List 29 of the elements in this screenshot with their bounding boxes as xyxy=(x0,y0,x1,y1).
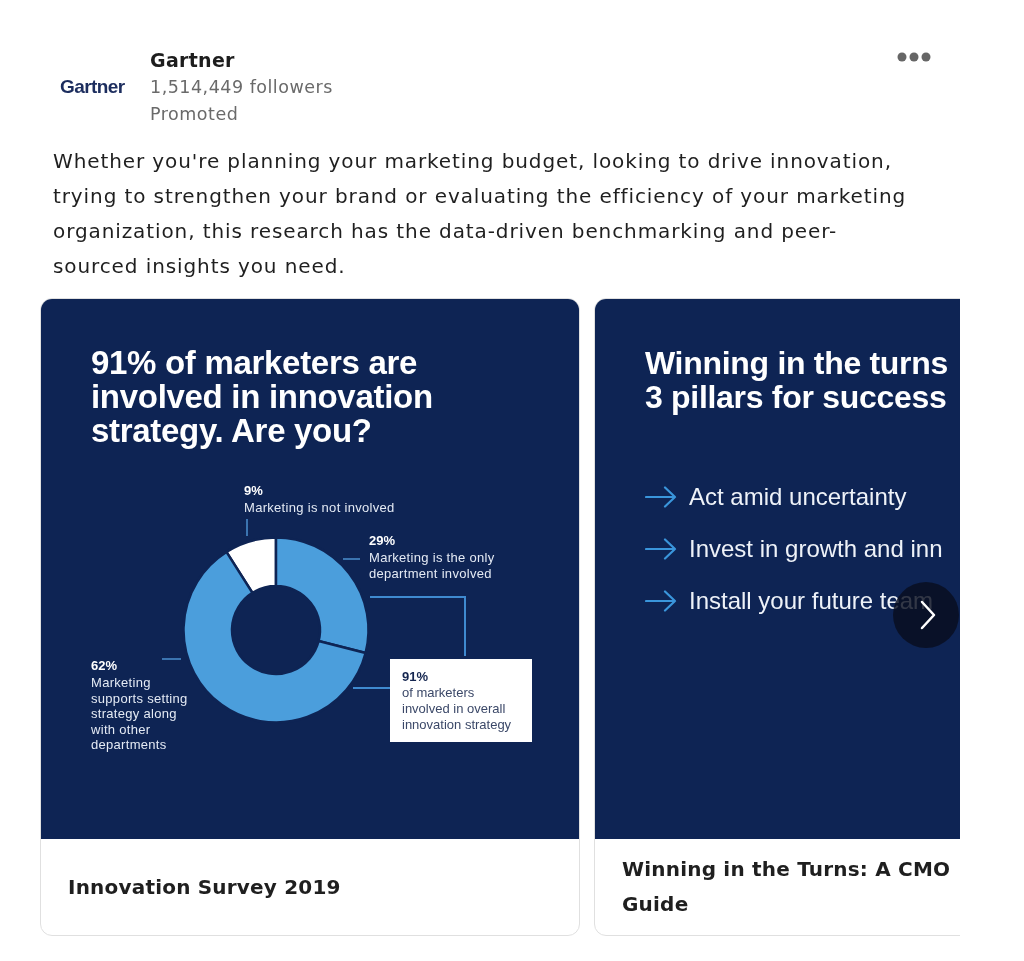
callout-text: of marketers involved in overall innovation strategy xyxy=(402,685,513,733)
arrow-icon xyxy=(645,590,677,612)
point-text: Invest in growth and inn xyxy=(689,535,943,563)
carousel-card[interactable] xyxy=(40,298,580,936)
post-text: Whether you're planning your marketing budget, looking to drive innovation, trying to strengthen your brand or evaluating the efficiency of your marketing organization, this research has the data-driven benchmarking and peer-sourced insights you need. xyxy=(53,148,908,280)
value-label: 29% xyxy=(369,532,396,550)
slice-label: Marketing is not involved xyxy=(244,500,395,516)
slice-label: Marketing supports setting strategy along with other departments xyxy=(91,675,189,753)
slice-label: Marketing is the only department involved xyxy=(369,550,496,581)
connector-line xyxy=(352,687,391,689)
follower-count: 1,514,449 followers xyxy=(150,76,334,99)
promoted-label: Promoted xyxy=(150,103,240,126)
card-title[interactable]: Winning in the Turns: A CMO Guide xyxy=(622,852,960,922)
leader-line xyxy=(161,658,182,660)
more-icon xyxy=(897,52,931,62)
more-button[interactable] xyxy=(897,52,931,62)
value-label: 62% xyxy=(91,657,118,675)
callout-value: 91% xyxy=(402,668,429,685)
arrow-icon xyxy=(645,486,677,508)
slide-headline: Winning in the turns 3 pillars for success xyxy=(645,346,949,414)
card-title[interactable]: Innovation Survey 2019 xyxy=(68,869,341,905)
company-logo[interactable]: Gartner xyxy=(60,75,125,98)
leader-line xyxy=(342,558,361,560)
point-text: Act amid uncertainty xyxy=(689,483,907,511)
author-name[interactable]: Gartner xyxy=(150,46,897,74)
leader-line xyxy=(246,518,248,537)
value-label: 9% xyxy=(244,482,263,500)
slide-headline: 91% of marketers are involved in innovation strategy. Are you? xyxy=(91,346,434,448)
arrow-icon xyxy=(645,538,677,560)
